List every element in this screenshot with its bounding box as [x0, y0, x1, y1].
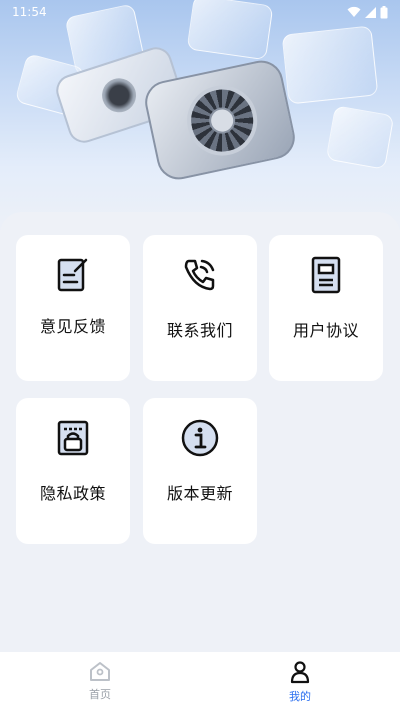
contact-us-label: 联系我们: [166, 321, 233, 340]
privacy-policy-card[interactable]: 隐私政策: [16, 398, 130, 544]
agreement-document-icon: [311, 256, 341, 294]
version-update-card[interactable]: 版本更新: [143, 398, 257, 544]
home-icon: [90, 662, 110, 681]
tab-home-label: 首页: [89, 688, 111, 701]
version-update-label: 版本更新: [166, 484, 233, 503]
camera-lens: [97, 73, 141, 117]
wifi-icon: [347, 6, 361, 17]
status-time: 11:54: [12, 5, 47, 19]
ice-cube-decoration: [281, 25, 379, 105]
status-icons: [347, 5, 388, 19]
privacy-policy-label: 隐私政策: [39, 484, 106, 503]
user-agreement-label: 用户协议: [292, 321, 359, 340]
battery-icon: [380, 5, 388, 18]
feedback-label: 意见反馈: [39, 317, 106, 336]
ice-cube-decoration: [325, 105, 395, 170]
tab-home[interactable]: 首页: [0, 652, 200, 711]
bottom-tab-bar: 首页 我的: [0, 652, 400, 711]
feedback-edit-icon: [57, 258, 88, 292]
feedback-card[interactable]: 意见反馈: [16, 235, 130, 381]
tab-mine[interactable]: 我的: [200, 652, 400, 711]
tab-mine-label: 我的: [289, 690, 311, 703]
user-agreement-card[interactable]: 用户协议: [269, 235, 383, 381]
contact-us-card[interactable]: 联系我们: [143, 235, 257, 381]
user-icon: [290, 661, 310, 684]
info-icon: [181, 419, 219, 457]
privacy-lock-icon: [57, 420, 89, 456]
signal-icon: [365, 6, 376, 18]
phone-call-icon: [184, 259, 215, 291]
status-bar: 11:54: [0, 0, 400, 24]
hero-banner-image: [0, 0, 400, 240]
